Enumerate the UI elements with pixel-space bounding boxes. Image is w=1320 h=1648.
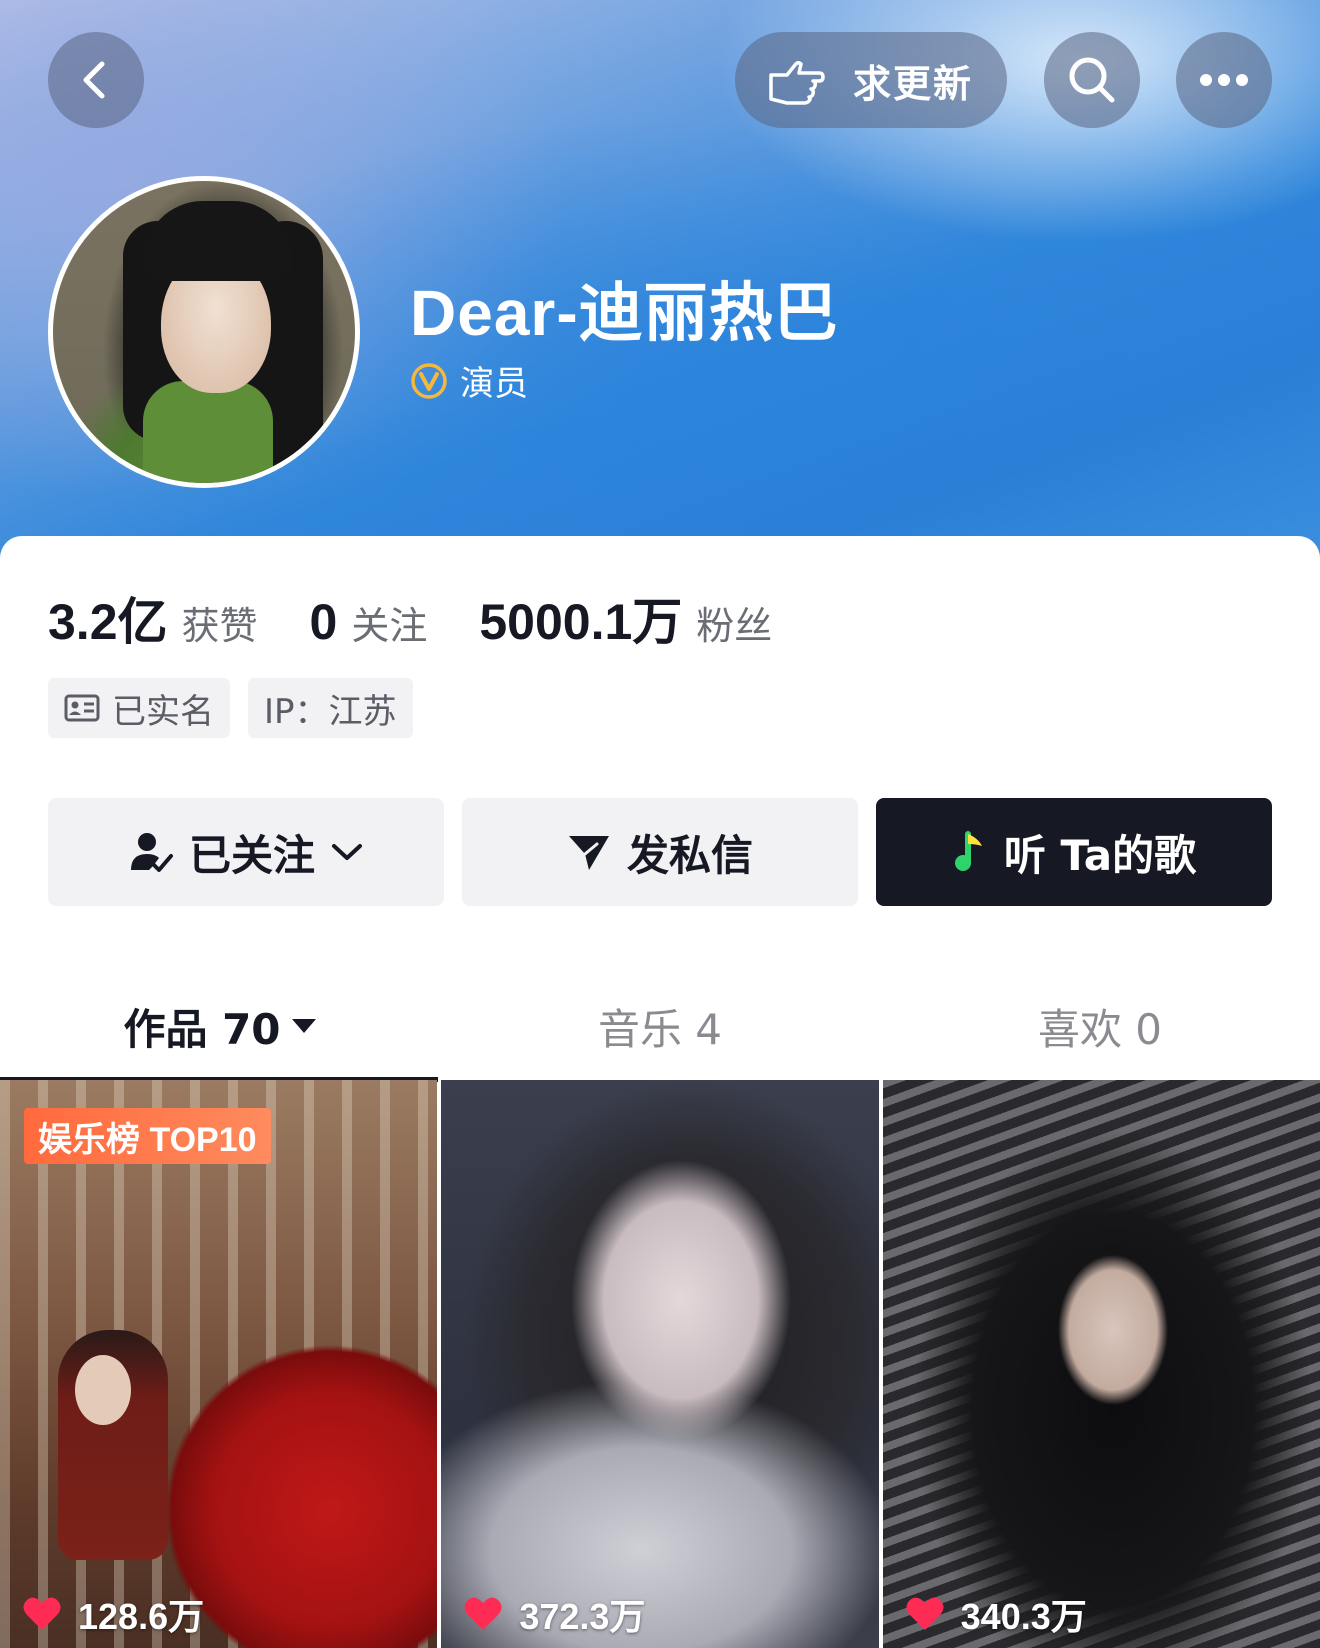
- tab-music[interactable]: 音乐 4: [440, 976, 880, 1076]
- stat-label: 关注: [351, 604, 428, 648]
- send-message-label: 发私信: [626, 830, 753, 880]
- music-note-icon: [954, 831, 982, 871]
- video-likes: 340.3万: [905, 1588, 1087, 1640]
- stat-following[interactable]: 0 关注: [310, 593, 428, 651]
- profile-card: 3.2亿 获赞 0 关注 5000.1万 粉丝 已实名 IP：江苏 已关注 发私…: [0, 536, 1320, 1648]
- request-update-label: 求更新: [853, 61, 974, 106]
- stat-likes[interactable]: 3.2亿 获赞: [48, 582, 258, 654]
- like-count: 128.6万: [78, 1596, 205, 1637]
- tag-ip-label: IP：江苏: [264, 691, 397, 732]
- verified-badge-icon: [411, 362, 447, 399]
- tag-ip: IP：江苏: [248, 678, 413, 738]
- tag-realname[interactable]: 已实名: [48, 678, 230, 738]
- profile-banner: 求更新 Dear-迪丽热巴 演员: [0, 0, 1320, 560]
- like-count: 340.3万: [960, 1596, 1087, 1637]
- video-likes: 372.3万: [463, 1588, 645, 1640]
- chevron-down-icon: [332, 844, 362, 860]
- chevron-left-icon: [83, 61, 105, 99]
- request-update-button[interactable]: 求更新: [735, 32, 1007, 128]
- stat-label: 获赞: [181, 604, 258, 648]
- profile-name: Dear-迪丽热巴: [410, 277, 839, 349]
- listen-music-label: 听 Ta的歌: [1003, 830, 1197, 880]
- tab-likes-label: 喜欢 0: [1037, 1004, 1163, 1054]
- stats-row: 3.2亿 获赞 0 关注 5000.1万 粉丝: [48, 582, 824, 654]
- heart-icon: [464, 1597, 502, 1630]
- following-button[interactable]: 已关注: [48, 798, 444, 906]
- id-card-icon: [64, 694, 100, 722]
- stat-value: 0: [309, 594, 338, 650]
- more-button[interactable]: [1176, 32, 1272, 128]
- pointing-hand-icon: [769, 60, 825, 105]
- stat-label: 粉丝: [696, 604, 773, 648]
- like-count: 372.3万: [519, 1596, 646, 1637]
- heart-icon: [23, 1597, 61, 1630]
- stat-value: 5000.1万: [479, 594, 683, 650]
- video-tile[interactable]: 372.3万: [441, 1080, 879, 1648]
- tab-works[interactable]: 作品 70: [0, 976, 440, 1082]
- heart-icon: [906, 1597, 944, 1630]
- stat-followers[interactable]: 5000.1万 粉丝: [479, 582, 772, 654]
- content-tabs: 作品 70 音乐 4 喜欢 0: [0, 976, 1320, 1082]
- profile-tags: 已实名 IP：江苏: [48, 678, 413, 738]
- search-button[interactable]: [1044, 32, 1140, 128]
- send-message-button[interactable]: 发私信: [462, 798, 858, 906]
- caret-down-icon: [291, 1019, 316, 1033]
- action-buttons: 已关注 发私信 听 Ta的歌: [48, 798, 1272, 906]
- avatar[interactable]: [48, 176, 360, 488]
- verification-row: 演员: [410, 356, 528, 405]
- video-tile[interactable]: 娱乐榜 TOP10 128.6万: [0, 1080, 438, 1648]
- user-check-icon: [130, 833, 173, 872]
- tab-works-label: 作品 70: [123, 1004, 281, 1054]
- listen-music-button[interactable]: 听 Ta的歌: [876, 798, 1272, 906]
- back-button[interactable]: [48, 32, 144, 128]
- video-grid: 娱乐榜 TOP10 128.6万 372.3万 340.3万: [0, 1080, 1320, 1648]
- following-label: 已关注: [188, 830, 315, 880]
- video-tile[interactable]: 340.3万: [882, 1080, 1320, 1648]
- video-likes: 128.6万: [22, 1588, 204, 1640]
- verification-label: 演员: [460, 364, 528, 404]
- stat-value: 3.2亿: [48, 594, 168, 650]
- tag-realname-label: 已实名: [112, 691, 214, 732]
- paper-plane-icon: [568, 836, 609, 870]
- tab-music-label: 音乐 4: [597, 1004, 723, 1054]
- search-icon: [1069, 57, 1115, 103]
- more-dots-icon: [1200, 74, 1248, 86]
- tab-likes[interactable]: 喜欢 0: [880, 976, 1320, 1076]
- ranking-badge: 娱乐榜 TOP10: [24, 1108, 271, 1164]
